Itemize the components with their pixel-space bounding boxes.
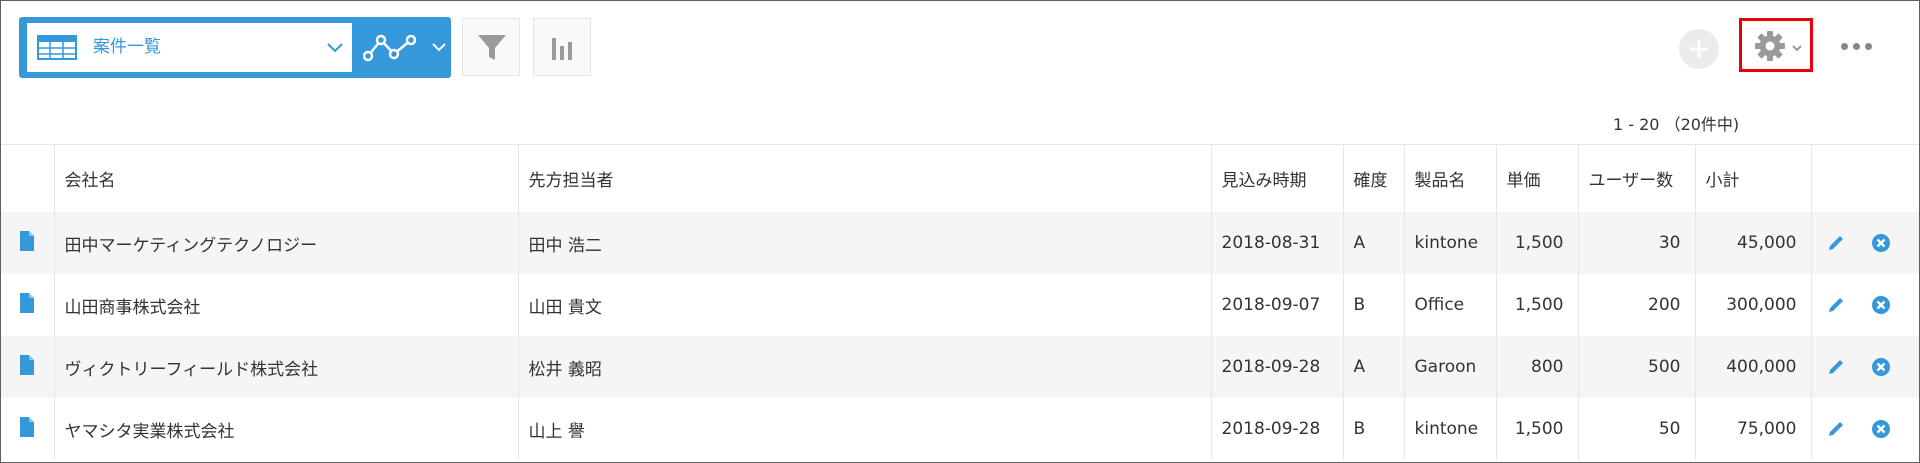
row-actions bbox=[1810, 336, 1919, 398]
cell-company: ヴィクトリーフィールド株式会社 bbox=[53, 336, 518, 398]
app-frame: 案件一覧 1 - 20 （20件中) 会社名 先方担当者 見込み時期 確度 製品… bbox=[0, 0, 1920, 463]
column-header[interactable]: 先方担当者 bbox=[517, 144, 1211, 212]
cell-subtotal: 75,000 bbox=[1694, 398, 1811, 460]
column-header[interactable]: 単価 bbox=[1495, 144, 1578, 212]
filter-icon bbox=[478, 35, 506, 60]
cell-contact: 松井 義昭 bbox=[517, 336, 1211, 398]
cell-subtotal: 400,000 bbox=[1694, 336, 1811, 398]
bar-chart-icon bbox=[552, 38, 572, 60]
delete-icon[interactable] bbox=[1871, 295, 1891, 315]
pencil-icon[interactable] bbox=[1826, 233, 1846, 253]
row-actions bbox=[1810, 398, 1919, 460]
table-row: ヴィクトリーフィールド株式会社 松井 義昭 2018-09-28 A Garoo… bbox=[1, 336, 1919, 398]
document-icon bbox=[20, 292, 35, 313]
cell-subtotal: 45,000 bbox=[1694, 212, 1811, 274]
cell-contact: 山上 譽 bbox=[517, 398, 1211, 460]
table-row: 山田商事株式会社 山田 貴文 2018-09-07 B Office 1,500… bbox=[1, 274, 1919, 336]
chevron-down-icon bbox=[432, 43, 446, 52]
view-toolbar: 案件一覧 bbox=[19, 17, 451, 78]
chevron-down-icon bbox=[1792, 45, 1802, 52]
view-selector[interactable]: 案件一覧 bbox=[27, 23, 352, 72]
more-icon bbox=[1853, 43, 1860, 50]
cell-confidence: A bbox=[1342, 212, 1404, 274]
plus-icon bbox=[1690, 40, 1708, 58]
cell-date: 2018-09-07 bbox=[1210, 274, 1343, 336]
cell-subtotal: 300,000 bbox=[1694, 274, 1811, 336]
filter-button[interactable] bbox=[462, 18, 520, 76]
document-icon bbox=[20, 230, 35, 251]
cell-company: ヤマシタ実業株式会社 bbox=[53, 398, 518, 460]
row-actions bbox=[1810, 212, 1919, 274]
column-header[interactable]: 会社名 bbox=[53, 144, 518, 212]
pencil-icon[interactable] bbox=[1826, 357, 1846, 377]
table-row: 田中マーケティングテクノロジー 田中 浩二 2018-08-31 A kinto… bbox=[1, 212, 1919, 274]
chart-button[interactable] bbox=[533, 18, 591, 76]
cell-product: kintone bbox=[1403, 398, 1496, 460]
cell-users: 500 bbox=[1577, 336, 1695, 398]
record-detail-link[interactable] bbox=[1, 212, 54, 274]
cell-company: 山田商事株式会社 bbox=[53, 274, 518, 336]
column-header[interactable]: 小計 bbox=[1694, 144, 1811, 212]
cell-confidence: B bbox=[1342, 274, 1404, 336]
record-detail-link[interactable] bbox=[1, 336, 54, 398]
delete-icon[interactable] bbox=[1871, 357, 1891, 377]
cell-confidence: A bbox=[1342, 336, 1404, 398]
pencil-icon[interactable] bbox=[1826, 419, 1846, 439]
column-header[interactable]: 製品名 bbox=[1403, 144, 1496, 212]
cell-date: 2018-09-28 bbox=[1210, 336, 1343, 398]
more-icon bbox=[1865, 43, 1872, 50]
cell-company: 田中マーケティングテクノロジー bbox=[53, 212, 518, 274]
cell-users: 200 bbox=[1577, 274, 1695, 336]
view-selector-label: 案件一覧 bbox=[93, 37, 161, 57]
cell-users: 30 bbox=[1577, 212, 1695, 274]
pagination-info: 1 - 20 （20件中) bbox=[1613, 115, 1740, 134]
chevron-down-icon bbox=[327, 43, 343, 53]
more-options-button[interactable] bbox=[1839, 39, 1875, 55]
settings-button[interactable] bbox=[1739, 18, 1813, 72]
more-icon bbox=[1841, 43, 1848, 50]
row-actions bbox=[1810, 274, 1919, 336]
column-header[interactable]: 確度 bbox=[1342, 144, 1404, 212]
table-header-row: 会社名 先方担当者 見込み時期 確度 製品名 単価 ユーザー数 小計 bbox=[1, 144, 1919, 212]
cell-product: kintone bbox=[1403, 212, 1496, 274]
delete-icon[interactable] bbox=[1871, 233, 1891, 253]
cell-unit-price: 1,500 bbox=[1495, 212, 1578, 274]
document-icon bbox=[20, 416, 35, 437]
table-icon bbox=[37, 35, 77, 60]
add-record-button[interactable] bbox=[1679, 29, 1719, 69]
cell-product: Office bbox=[1403, 274, 1496, 336]
record-detail-link[interactable] bbox=[1, 274, 54, 336]
line-graph-icon bbox=[363, 34, 417, 62]
record-table: 会社名 先方担当者 見込み時期 確度 製品名 単価 ユーザー数 小計 田中マーケ… bbox=[1, 144, 1919, 460]
header-actions bbox=[1810, 144, 1919, 212]
cell-unit-price: 800 bbox=[1495, 336, 1578, 398]
cell-date: 2018-08-31 bbox=[1210, 212, 1343, 274]
cell-contact: 山田 貴文 bbox=[517, 274, 1211, 336]
cell-users: 50 bbox=[1577, 398, 1695, 460]
record-detail-link[interactable] bbox=[1, 398, 54, 460]
cell-unit-price: 1,500 bbox=[1495, 274, 1578, 336]
cell-unit-price: 1,500 bbox=[1495, 398, 1578, 460]
column-header[interactable]: 見込み時期 bbox=[1210, 144, 1343, 212]
graph-view-button[interactable] bbox=[359, 23, 449, 72]
delete-icon[interactable] bbox=[1871, 419, 1891, 439]
cell-contact: 田中 浩二 bbox=[517, 212, 1211, 274]
document-icon bbox=[20, 354, 35, 375]
cell-product: Garoon bbox=[1403, 336, 1496, 398]
header-record-icon bbox=[1, 144, 54, 212]
cell-confidence: B bbox=[1342, 398, 1404, 460]
column-header[interactable]: ユーザー数 bbox=[1577, 144, 1695, 212]
cell-date: 2018-09-28 bbox=[1210, 398, 1343, 460]
table-row: ヤマシタ実業株式会社 山上 譽 2018-09-28 B kintone 1,5… bbox=[1, 398, 1919, 460]
gear-icon bbox=[1755, 31, 1785, 61]
pencil-icon[interactable] bbox=[1826, 295, 1846, 315]
